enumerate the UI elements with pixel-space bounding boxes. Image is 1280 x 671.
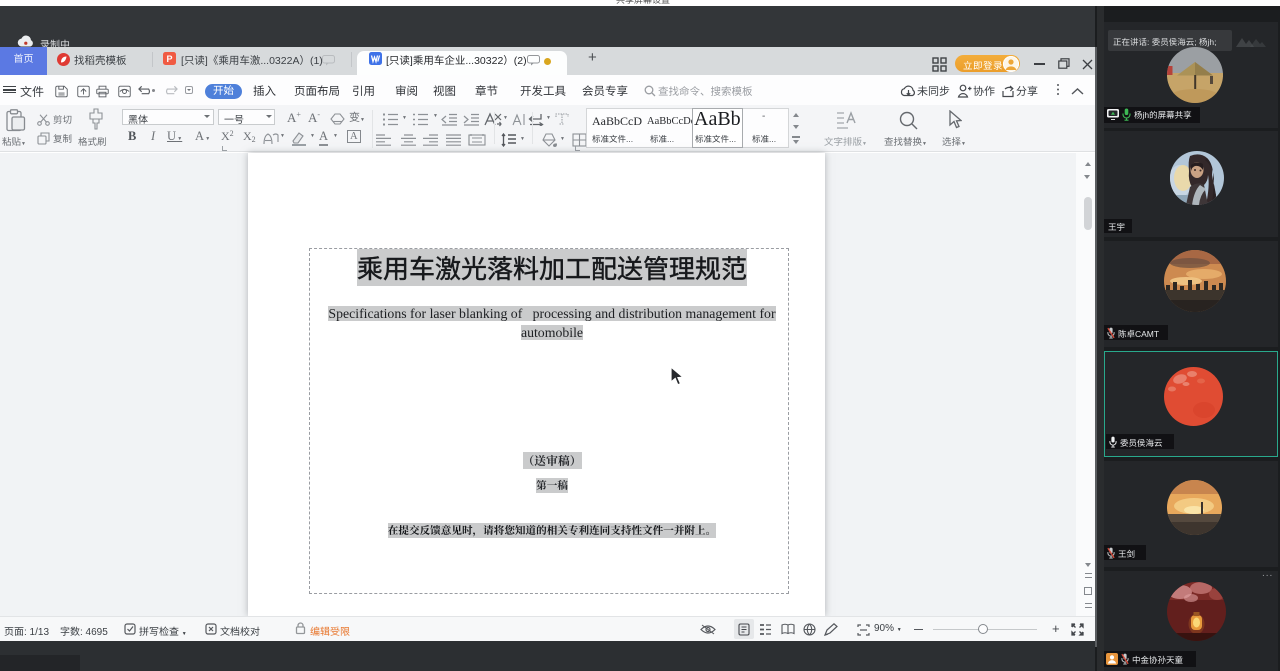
svg-text:P: P [167, 54, 173, 64]
